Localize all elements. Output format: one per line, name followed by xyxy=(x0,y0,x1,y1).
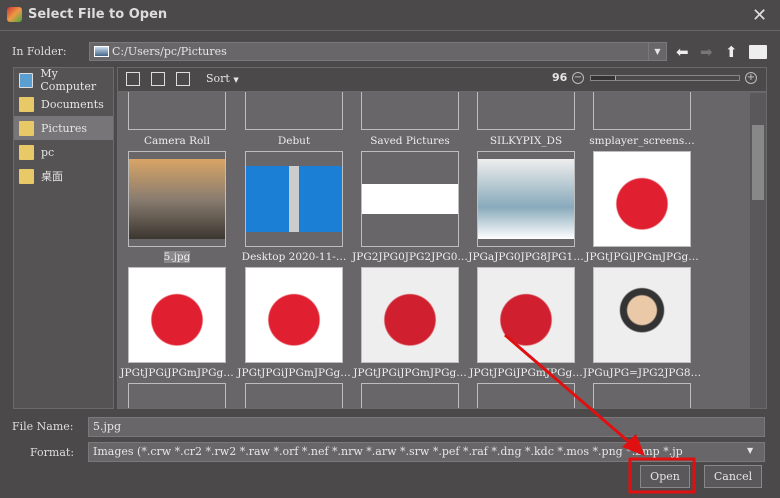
annotation-highlight-box xyxy=(628,457,696,494)
annotation-arrow xyxy=(504,333,637,450)
annotation-overlay xyxy=(504,333,696,494)
